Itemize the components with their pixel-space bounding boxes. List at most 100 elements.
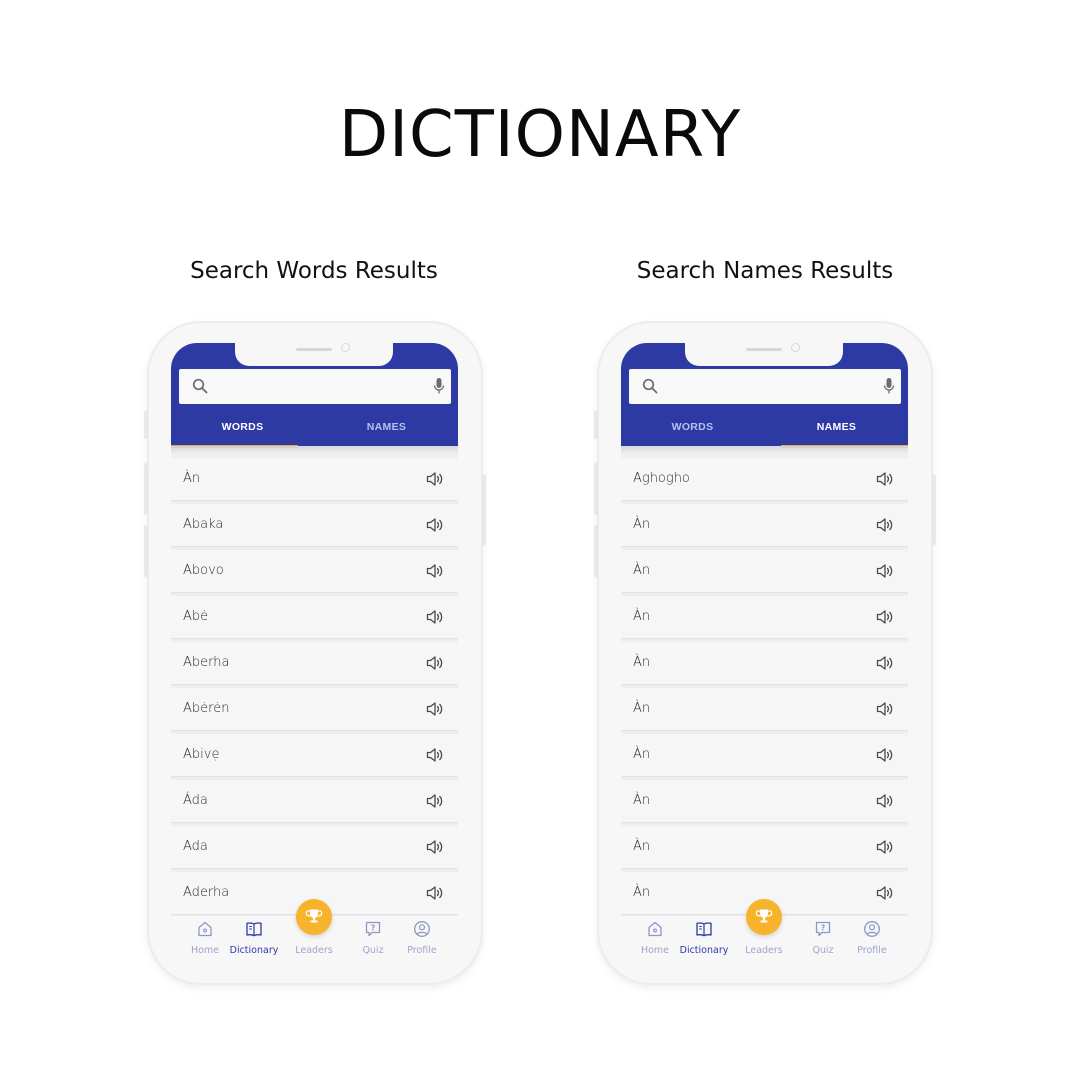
list-item[interactable]: Àn (621, 734, 908, 776)
app-header: WORDS NAMES (621, 343, 908, 448)
item-label: Àn (183, 471, 201, 486)
list-item[interactable]: Abaka (171, 504, 458, 546)
list-item[interactable]: Áda (171, 780, 458, 822)
question-bubble-icon: ? (365, 921, 381, 937)
nav-dictionary[interactable]: Dictionary (674, 916, 734, 964)
list-item[interactable]: Abė (171, 596, 458, 638)
speaker-icon[interactable] (426, 563, 444, 579)
list-item[interactable]: Àn (171, 458, 458, 500)
speaker-icon[interactable] (426, 793, 444, 809)
search-bar[interactable] (179, 369, 451, 404)
book-icon (696, 922, 712, 937)
search-input[interactable] (213, 375, 417, 399)
speaker-icon[interactable] (876, 471, 894, 487)
list-item[interactable]: Àn (621, 596, 908, 638)
nav-leaders-label: Leaders (295, 945, 333, 956)
item-label: Àn (633, 885, 651, 900)
nav-dictionary-label: Dictionary (679, 945, 729, 956)
speaker-icon[interactable] (876, 701, 894, 717)
leaders-button[interactable] (746, 899, 782, 935)
speaker-icon[interactable] (876, 517, 894, 533)
item-label: Àn (633, 517, 651, 532)
earpiece (746, 348, 782, 351)
speaker-icon[interactable] (426, 701, 444, 717)
header-shadow (171, 446, 458, 454)
nav-leaders[interactable]: Leaders (284, 899, 344, 964)
book-icon (246, 922, 262, 937)
speaker-icon[interactable] (426, 655, 444, 671)
microphone-icon[interactable] (883, 377, 895, 395)
results-list: Àn Abaka Abovo Abė Aberha Abėrėn Abivẹ Áda Ada Ad… (171, 458, 458, 918)
item-label: Abaka (183, 517, 224, 532)
speaker-icon[interactable] (876, 655, 894, 671)
speaker-icon[interactable] (876, 609, 894, 625)
microphone-icon[interactable] (433, 377, 445, 395)
list-item[interactable]: Àn (621, 688, 908, 730)
user-circle-icon (414, 921, 430, 937)
list-item[interactable]: Àn (621, 642, 908, 684)
speaker-icon[interactable] (876, 839, 894, 855)
tab-words[interactable]: WORDS (621, 407, 764, 447)
caption-names-results: Search Names Results (636, 258, 894, 284)
list-item[interactable]: Aghogho (621, 458, 908, 500)
power-button (482, 475, 486, 545)
search-icon (192, 378, 208, 394)
question-bubble-icon: ? (815, 921, 831, 937)
speaker-icon[interactable] (426, 747, 444, 763)
speaker-icon[interactable] (426, 885, 444, 901)
power-button (932, 475, 936, 545)
speaker-icon[interactable] (876, 747, 894, 763)
nav-leaders[interactable]: Leaders (734, 899, 794, 964)
item-label: Àn (633, 563, 651, 578)
list-item[interactable]: Àn (621, 780, 908, 822)
list-item[interactable]: Abovo (171, 550, 458, 592)
speaker-icon[interactable] (876, 885, 894, 901)
speaker-icon[interactable] (426, 609, 444, 625)
front-camera (791, 343, 800, 352)
item-label: Aghogho (633, 471, 690, 486)
search-input[interactable] (663, 375, 867, 399)
speaker-icon[interactable] (876, 563, 894, 579)
nav-profile[interactable]: Profile (392, 916, 452, 964)
volume-down-button (144, 525, 148, 577)
list-item[interactable]: Ada (171, 826, 458, 868)
speaker-icon[interactable] (426, 517, 444, 533)
front-camera (341, 343, 350, 352)
nav-dictionary-label: Dictionary (229, 945, 279, 956)
item-label: Áda (183, 793, 208, 808)
phone-names: WORDS NAMES Aghogho Àn Àn Àn Àn Àn Àn Àn Àn Àn Ho… (594, 323, 936, 983)
nav-dictionary[interactable]: Dictionary (224, 916, 284, 964)
list-item[interactable]: Àn (621, 504, 908, 546)
leaders-button[interactable] (296, 899, 332, 935)
item-label: Abėrėn (183, 701, 230, 716)
list-item[interactable]: Abivẹ (171, 734, 458, 776)
speaker-icon[interactable] (426, 839, 444, 855)
item-label: Aberha (183, 655, 230, 670)
item-label: Abovo (183, 563, 224, 578)
nav-profile-label: Profile (857, 945, 887, 956)
tab-words[interactable]: WORDS (171, 407, 314, 447)
list-item[interactable]: Àn (621, 550, 908, 592)
search-bar[interactable] (629, 369, 901, 404)
item-label: Abivẹ (183, 747, 220, 762)
tab-names[interactable]: NAMES (315, 407, 458, 447)
list-item[interactable]: Aberha (171, 642, 458, 684)
list-item[interactable]: Àn (621, 826, 908, 868)
item-label: Àn (633, 609, 651, 624)
results-list: Aghogho Àn Àn Àn Àn Àn Àn Àn Àn Àn (621, 458, 908, 918)
tab-names[interactable]: NAMES (765, 407, 908, 447)
phone-notch (685, 343, 843, 366)
svg-text:?: ? (821, 924, 825, 933)
trophy-icon (755, 909, 773, 923)
header-shadow (621, 446, 908, 454)
item-label: Àn (633, 701, 651, 716)
nav-profile[interactable]: Profile (842, 916, 902, 964)
list-item[interactable]: Abėrėn (171, 688, 458, 730)
item-label: Aderha (183, 885, 230, 900)
volume-down-button (594, 525, 598, 577)
speaker-icon[interactable] (876, 793, 894, 809)
earpiece (296, 348, 332, 351)
item-label: Àn (633, 655, 651, 670)
speaker-icon[interactable] (426, 471, 444, 487)
app-header: WORDS NAMES (171, 343, 458, 448)
